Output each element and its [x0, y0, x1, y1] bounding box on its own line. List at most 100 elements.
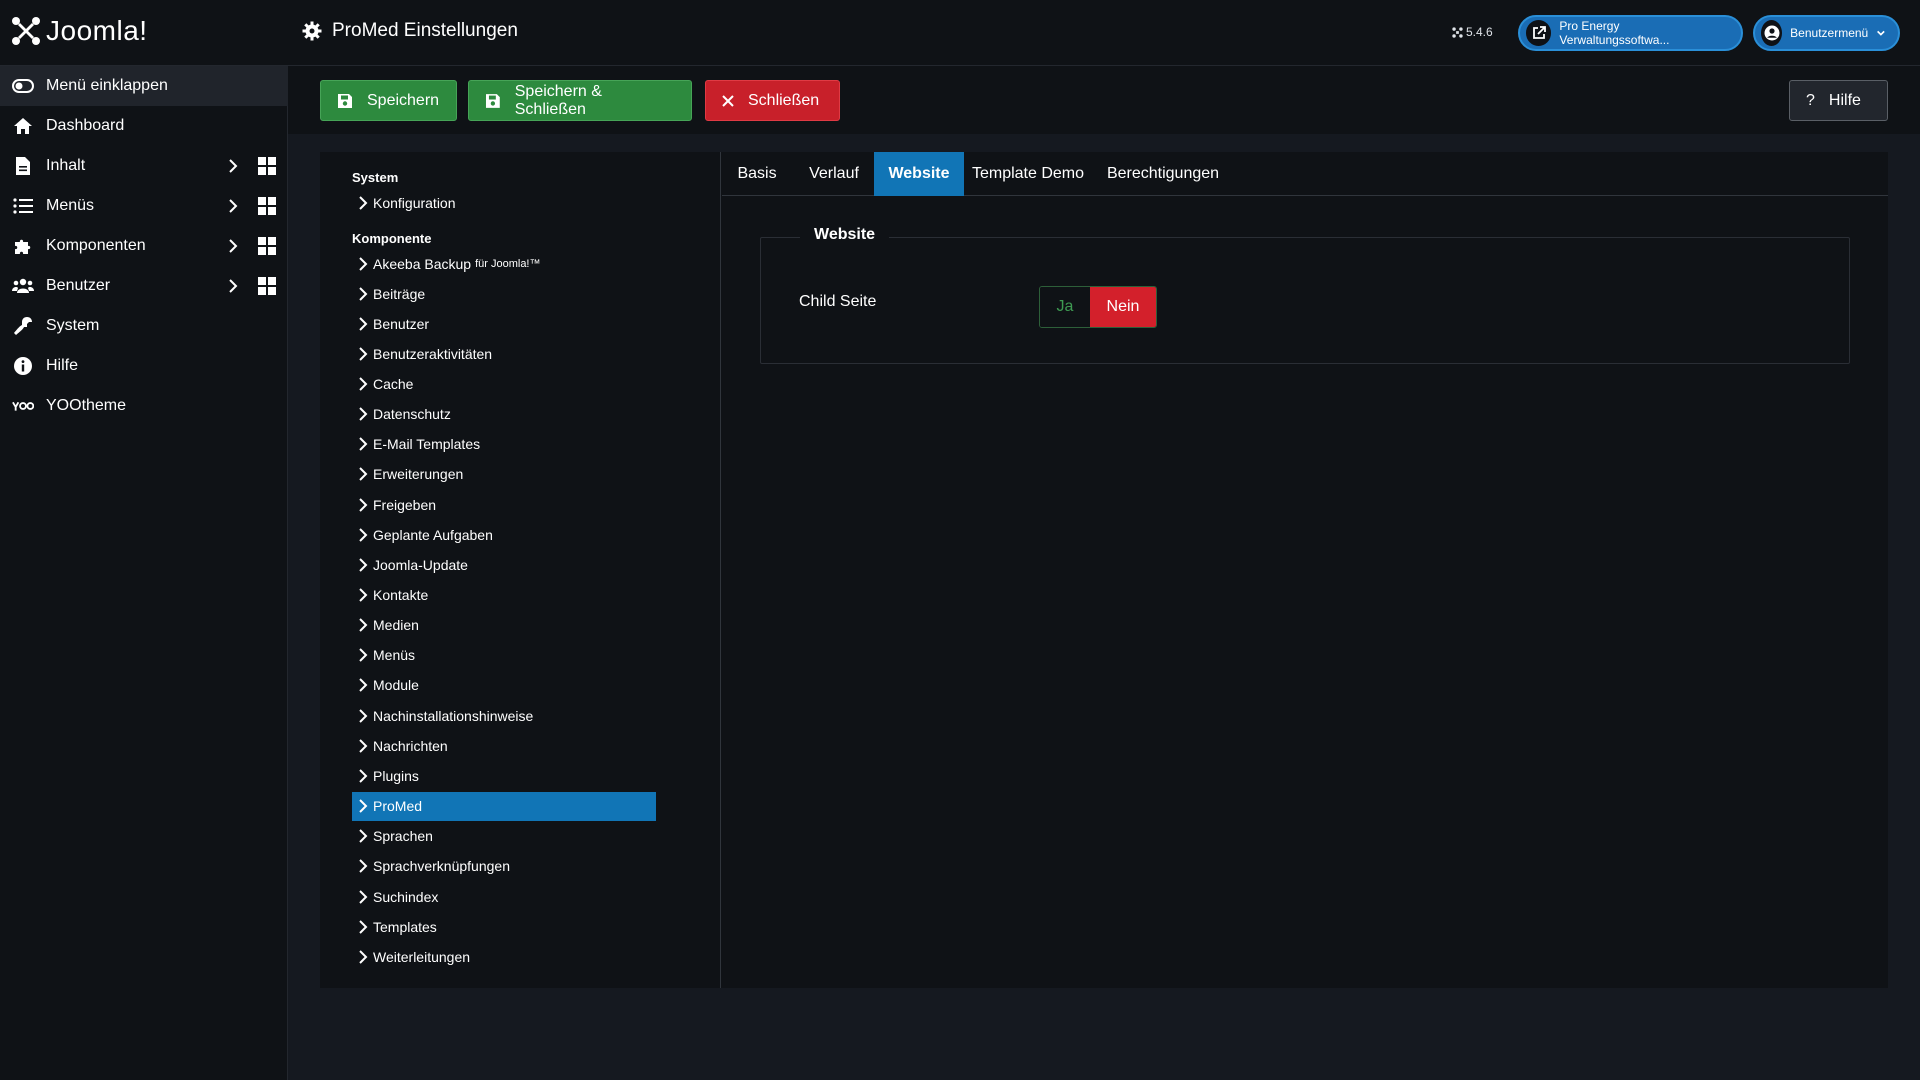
- tree-item[interactable]: Benutzer: [352, 309, 656, 338]
- tree-item[interactable]: Plugins: [352, 761, 656, 790]
- sidebar-item-users[interactable]: Benutzer: [0, 266, 288, 306]
- tree-item-label: Akeeba Backup: [373, 255, 472, 272]
- chevron-right-icon[interactable]: [226, 199, 240, 213]
- save-and-close-button[interactable]: Speichern & Schließen: [468, 80, 692, 121]
- sidebar-item-system[interactable]: System: [0, 306, 288, 346]
- chevron-right-icon: [359, 437, 368, 451]
- tree-item-label: Weiterleitungen: [373, 948, 471, 965]
- sidebar-item-menus[interactable]: Menüs: [0, 186, 288, 226]
- tree-item[interactable]: Menüs: [352, 641, 656, 670]
- sidebar-item-collapse-menu[interactable]: Menü einklappen: [0, 66, 288, 106]
- chevron-right-icon[interactable]: [226, 239, 240, 253]
- tree-item[interactable]: Medien: [352, 611, 656, 640]
- version-label: 5.4.6: [1452, 25, 1493, 39]
- close-button-label: Schließen: [748, 91, 820, 109]
- sidebar-item-help[interactable]: Hilfe: [0, 346, 288, 386]
- chevron-right-icon: [359, 950, 368, 964]
- chevron-right-icon: [359, 678, 368, 693]
- tree-item[interactable]: Geplante Aufgaben: [352, 520, 656, 549]
- tree-item-configuration[interactable]: Konfiguration: [352, 188, 656, 217]
- dashboard-grid-icon[interactable]: [258, 277, 276, 295]
- joomla-small-icon: [1452, 26, 1463, 38]
- tree-item[interactable]: Sprachen: [352, 822, 656, 851]
- tree-item-label: Module: [373, 677, 419, 694]
- save-button[interactable]: Speichern: [320, 80, 457, 121]
- option-no[interactable]: Nein: [1090, 287, 1156, 327]
- tree-item[interactable]: Datenschutz: [352, 400, 656, 429]
- tree-item-label: Benutzeraktivitäten: [373, 345, 493, 362]
- chevron-right-icon[interactable]: [226, 279, 240, 293]
- chevron-right-icon: [359, 558, 368, 572]
- site-link-label: Pro Energy Verwaltungssoftwa...: [1559, 19, 1670, 47]
- tree-item-label: ProMed: [373, 798, 423, 815]
- tree-item[interactable]: ProMed: [352, 791, 656, 821]
- component-tree: System Konfiguration Komponente Akeeba B…: [320, 152, 721, 988]
- tab-berechtigungen[interactable]: Berechtigungen: [1092, 152, 1234, 196]
- tree-item[interactable]: Nachinstallationshinweise: [352, 701, 656, 730]
- chevron-right-icon: [359, 769, 368, 783]
- tree-item[interactable]: Kontakte: [352, 581, 656, 610]
- tree-item-label: Plugins: [373, 767, 419, 784]
- tree-item-label: Menüs: [373, 647, 416, 664]
- chevron-right-icon: [359, 739, 368, 753]
- joomla-logo[interactable]: Joomla!: [10, 15, 148, 47]
- chevron-right-icon: [359, 497, 368, 512]
- dashboard-grid-icon[interactable]: [258, 157, 276, 175]
- info-icon: [12, 355, 34, 377]
- tree-item[interactable]: Beiträge: [352, 279, 656, 308]
- chevron-right-icon: [359, 256, 368, 271]
- chevron-right-icon: [359, 377, 368, 391]
- tab-website[interactable]: Website: [874, 152, 964, 196]
- user-menu-button[interactable]: Benutzermenü: [1753, 15, 1900, 51]
- tree-item-label: Sprachen: [373, 828, 433, 845]
- sidebar-item-label: System: [46, 317, 100, 334]
- tree-item-label: Konfiguration: [373, 194, 456, 211]
- sidebar-item-label: Komponenten: [46, 237, 146, 254]
- close-button[interactable]: Schließen: [705, 80, 840, 121]
- tree-item-label: Joomla-Update: [373, 556, 468, 573]
- gear-icon: [302, 21, 322, 41]
- wrench-icon: [12, 315, 34, 337]
- sidebar-item-yootheme[interactable]: YOOtheme: [0, 386, 288, 426]
- site-link-button[interactable]: Pro Energy Verwaltungssoftwa...: [1518, 15, 1743, 51]
- sidebar-item-content[interactable]: Inhalt: [0, 146, 288, 186]
- tree-item-label: Nachinstallationshinweise: [373, 707, 534, 724]
- tree-item[interactable]: Nachrichten: [352, 731, 656, 760]
- tree-item-label: Kontakte: [373, 587, 429, 603]
- dashboard-grid-icon[interactable]: [258, 237, 276, 255]
- tree-item[interactable]: Templates: [352, 912, 656, 941]
- page-title: ProMed Einstellungen: [332, 20, 518, 41]
- tree-item[interactable]: Erweiterungen: [352, 460, 656, 489]
- chevron-right-icon[interactable]: [226, 159, 240, 173]
- tree-item[interactable]: E-Mail Templates: [352, 430, 656, 459]
- chevron-right-icon: [359, 829, 368, 843]
- tree-item[interactable]: Weiterleitungen: [352, 942, 656, 971]
- fieldset-legend: Website: [800, 226, 890, 244]
- chevron-right-icon: [359, 467, 368, 482]
- tab-template-demo[interactable]: Template Demo: [964, 152, 1092, 196]
- option-yes[interactable]: Ja: [1040, 287, 1090, 327]
- tab-basis[interactable]: Basis: [722, 152, 792, 196]
- tab-verlauf[interactable]: Verlauf: [792, 152, 876, 196]
- chevron-right-icon: [359, 889, 368, 904]
- tree-item-akeeba-backup[interactable]: Akeeba Backup für Joomla!™: [352, 249, 656, 278]
- tree-item[interactable]: Module: [352, 671, 656, 700]
- floppy-disk-icon: [338, 93, 352, 108]
- floppy-disk-icon: [485, 93, 500, 108]
- sidebar-item-label: YOOtheme: [46, 397, 127, 414]
- chevron-right-icon: [359, 588, 368, 602]
- tree-item[interactable]: Sprachverknüpfungen: [352, 852, 656, 881]
- tree-item[interactable]: Joomla-Update: [352, 550, 656, 579]
- tree-item[interactable]: Freigeben: [352, 490, 656, 519]
- tab-bar: Basis Verlauf Website Template Demo Bere…: [722, 152, 1888, 196]
- header-bar: Joomla! ProMed Einstellungen 5.4.6 Pro E…: [0, 0, 1920, 66]
- help-button[interactable]: ? Hilfe: [1789, 80, 1888, 121]
- sidebar: Menü einklappen Dashboard Inhalt Menüs K…: [0, 66, 288, 1080]
- sidebar-item-dashboard[interactable]: Dashboard: [0, 106, 288, 146]
- tree-item[interactable]: Benutzeraktivitäten: [352, 339, 656, 368]
- sidebar-item-components[interactable]: Komponenten: [0, 226, 288, 266]
- puzzle-icon: [12, 235, 34, 257]
- tree-item[interactable]: Cache: [352, 369, 656, 398]
- dashboard-grid-icon[interactable]: [258, 197, 276, 215]
- tree-item[interactable]: Suchindex: [352, 882, 656, 911]
